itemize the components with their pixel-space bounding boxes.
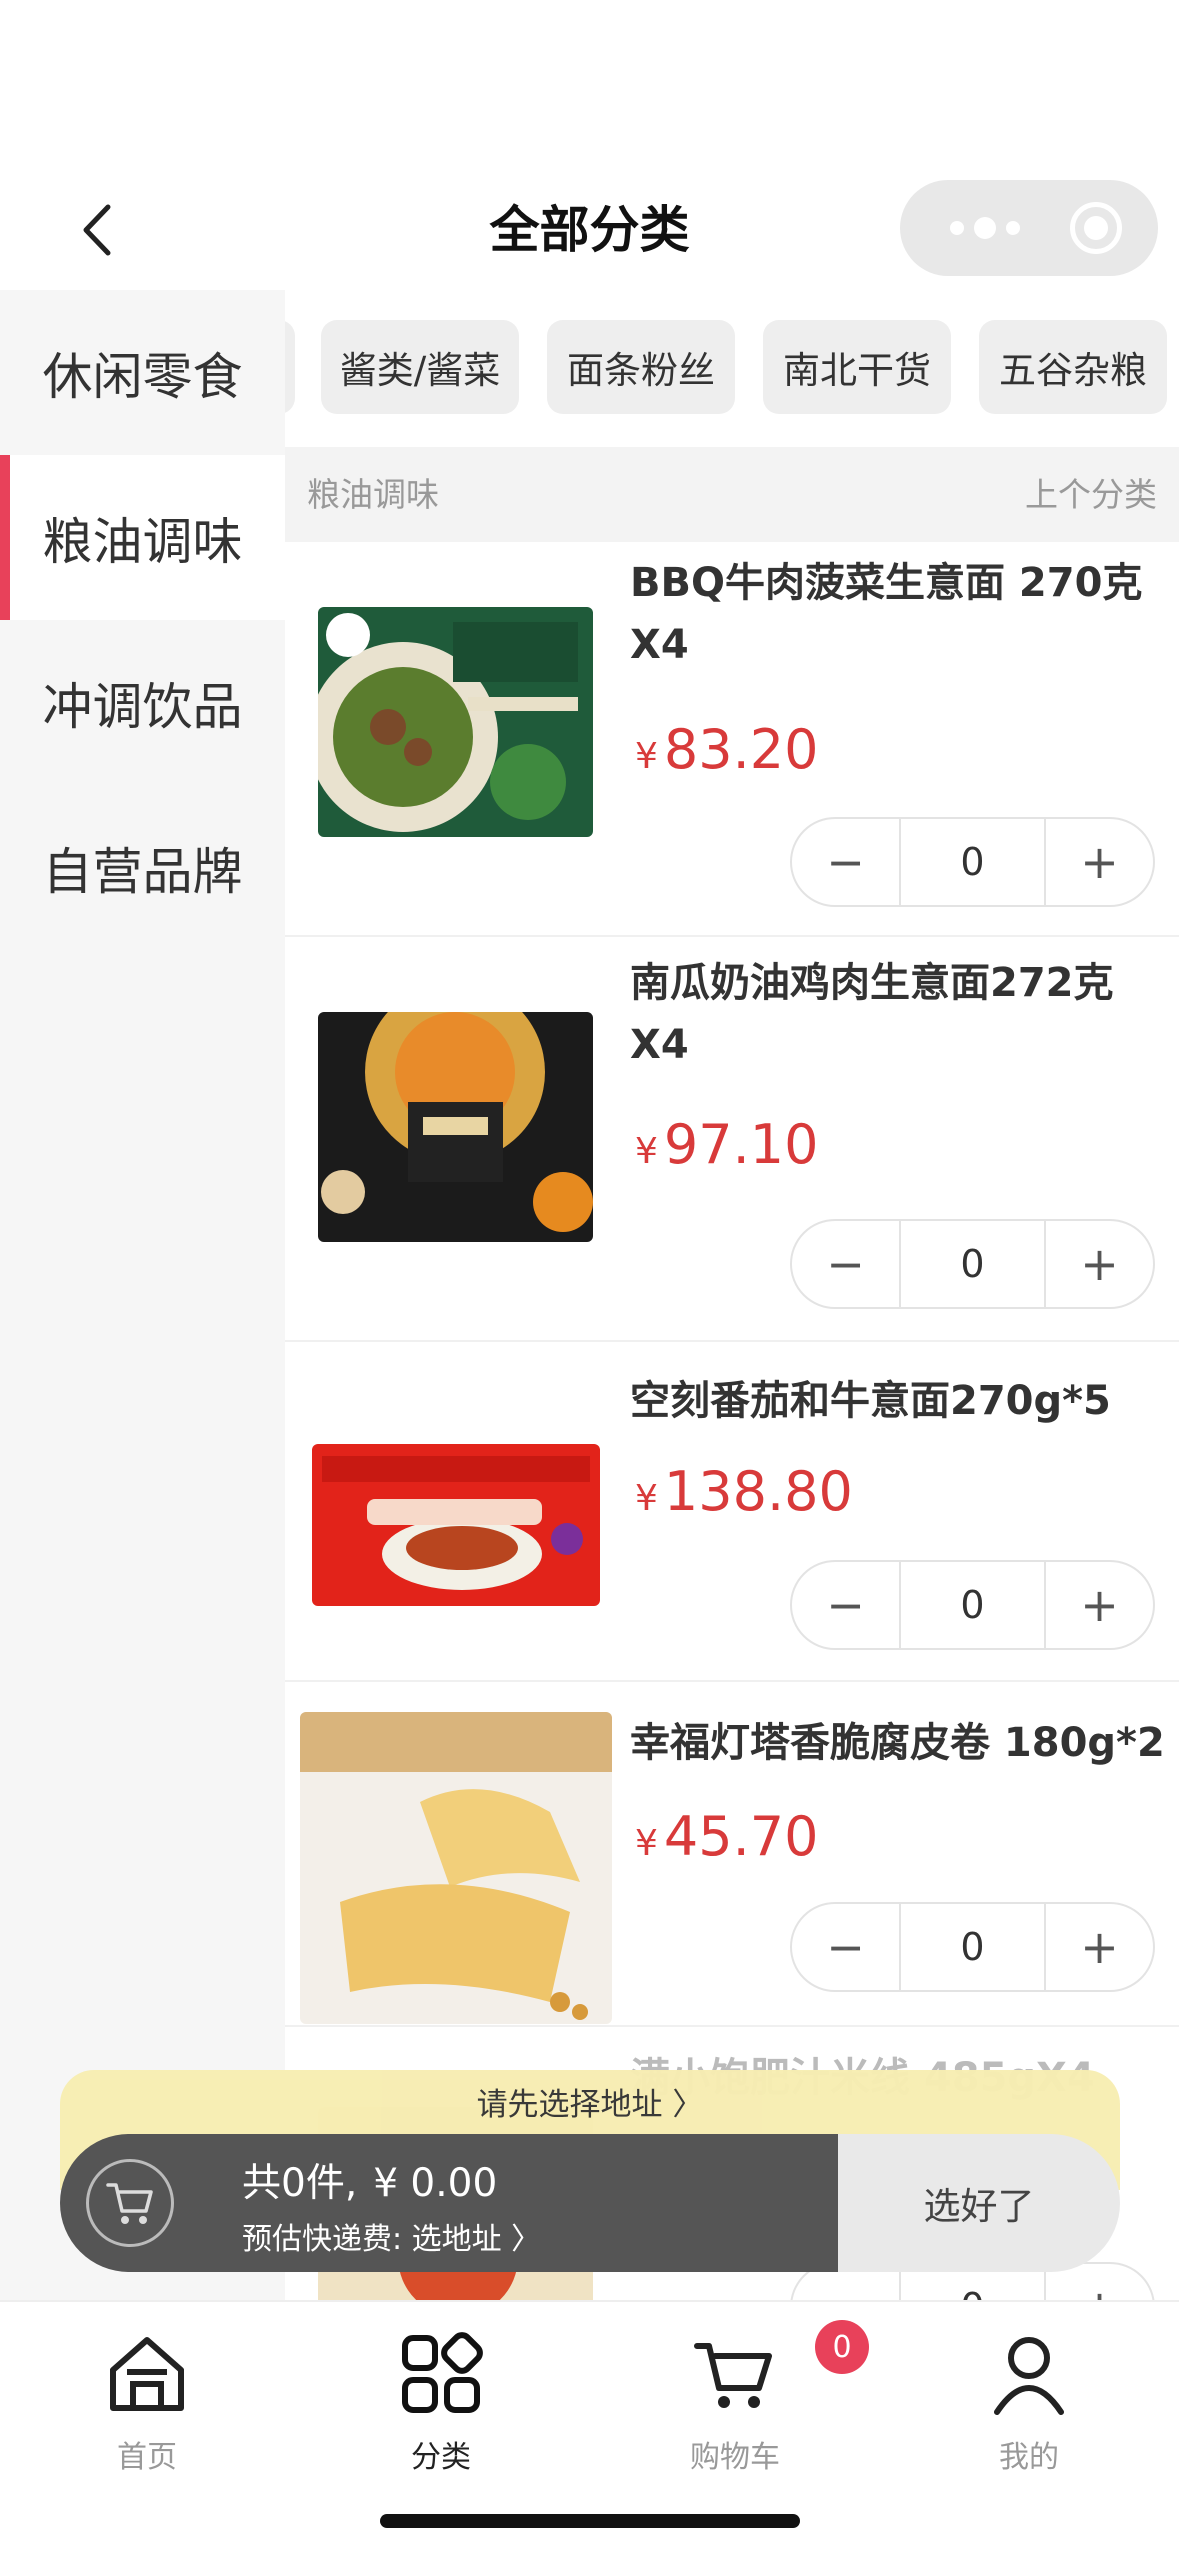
quantity-stepper[interactable]: − 0 +	[790, 817, 1155, 907]
quantity-stepper[interactable]: − 0 +	[790, 1560, 1155, 1650]
home-indicator[interactable]	[380, 2514, 800, 2528]
header: 全部分类	[0, 0, 1179, 290]
cart-total: 共0件, ¥ 0.00	[242, 2152, 513, 2208]
chip-dried-goods[interactable]: 南北干货	[763, 320, 951, 414]
product-price: ¥138.80	[635, 1457, 853, 1534]
more-dot-icon	[950, 221, 964, 235]
quantity-value[interactable]: 0	[899, 1562, 1046, 1648]
shipping-fee[interactable]: 预估快递费: 选地址 〉	[242, 2214, 541, 2258]
checkout-button[interactable]: 选好了	[838, 2134, 1120, 2272]
tab-category[interactable]: 分类	[341, 2322, 541, 2475]
tofu-skin-rolls-image	[300, 1712, 612, 2024]
minus-button[interactable]: −	[792, 1562, 899, 1648]
product-image[interactable]	[312, 1444, 600, 1606]
section-header: 粮油调味 上个分类	[285, 447, 1179, 542]
tab-label: 我的	[999, 2440, 1059, 2475]
price-value: 83.20	[663, 718, 819, 781]
cart-icon	[106, 2183, 153, 2224]
tab-label: 购物车	[690, 2440, 780, 2475]
previous-category-link[interactable]: 上个分类	[1025, 447, 1157, 542]
product-price: ¥83.20	[635, 715, 819, 792]
more-button[interactable]	[950, 208, 1040, 248]
cart-summary[interactable]: 共0件, ¥ 0.00 预估快递费: 选地址 〉	[60, 2134, 838, 2272]
tab-label: 分类	[411, 2440, 471, 2475]
product-name: BBQ牛肉菠菜生意面 270克X4	[630, 560, 1143, 668]
sidebar-item-snacks[interactable]: 休闲零食	[0, 290, 285, 455]
product-image[interactable]	[300, 1712, 612, 2024]
currency-symbol: ¥	[635, 1823, 658, 1864]
chip-sauce[interactable]: 酱类/酱菜	[321, 320, 519, 414]
minus-button[interactable]: −	[792, 1904, 899, 1990]
product-item[interactable]: 空刻番茄和牛意面270g*5 ¥138.80 − 0 +	[285, 1342, 1179, 1682]
currency-symbol: ¥	[635, 1478, 658, 1519]
profile-icon	[994, 2337, 1064, 2415]
section-title: 粮油调味	[307, 475, 439, 514]
chip-noodles[interactable]: 面条粉丝	[547, 320, 735, 414]
cart-count-badge: 0	[815, 2320, 869, 2374]
subcategory-chips: 酱类/酱菜 面条粉丝 南北干货 五谷杂粮	[285, 310, 1179, 420]
price-value: 97.10	[663, 1113, 819, 1176]
product-image[interactable]	[318, 1012, 593, 1242]
product-item[interactable]: 南瓜奶油鸡肉生意面272克X4 ¥97.10 − 0 +	[285, 937, 1179, 1342]
home-icon	[110, 2337, 184, 2411]
chip-grains[interactable]: 五谷杂粮	[979, 320, 1167, 414]
cart-count: 共0件,	[242, 2161, 358, 2206]
tab-label: 首页	[117, 2440, 177, 2475]
product-name: 空刻番茄和牛意面270g*5	[630, 1378, 1111, 1424]
product-image[interactable]	[318, 607, 593, 837]
category-sidebar: 休闲零食 粮油调味 冲调饮品 自营品牌	[0, 290, 285, 2300]
price-value: 138.80	[663, 1460, 853, 1523]
product-item[interactable]: 幸福灯塔香脆腐皮卷 180g*2 ¥45.70 − 0 +	[285, 1682, 1179, 2027]
cart-bar: 共0件, ¥ 0.00 预估快递费: 选地址 〉 选好了	[60, 2134, 1120, 2272]
minus-button[interactable]: −	[792, 819, 899, 905]
airmeter-spaghetti-box-image	[312, 1444, 600, 1606]
cart-icon	[694, 2343, 772, 2408]
miniprogram-capsule	[900, 180, 1158, 276]
product-name: 幸福灯塔香脆腐皮卷 180g*2	[630, 1720, 1165, 1766]
minus-button[interactable]: −	[792, 1221, 899, 1307]
chip-partial[interactable]	[285, 320, 295, 414]
quantity-value[interactable]: 0	[899, 819, 1046, 905]
green-pasta-box-image	[318, 607, 593, 837]
product-price: ¥45.70	[635, 1802, 819, 1879]
quantity-stepper[interactable]: − 0 +	[790, 1219, 1155, 1309]
currency-symbol: ¥	[635, 1131, 658, 1172]
plus-button[interactable]: +	[1046, 1562, 1153, 1648]
sidebar-item-own-brand[interactable]: 自营品牌	[0, 785, 285, 950]
product-price: ¥97.10	[635, 1110, 819, 1187]
more-dot-icon	[1006, 221, 1020, 235]
more-dot-icon	[974, 217, 996, 239]
category-icon	[402, 2332, 483, 2413]
currency-symbol: ¥	[635, 736, 658, 777]
quantity-value[interactable]: 0	[899, 1904, 1046, 1990]
product-name: 南瓜奶油鸡肉生意面272克X4	[630, 960, 1114, 1068]
tab-cart[interactable]: 购物车	[635, 2322, 835, 2475]
product-item[interactable]: BBQ牛肉菠菜生意面 270克X4 ¥83.20 − 0 +	[285, 542, 1179, 937]
cart-button[interactable]	[86, 2159, 174, 2247]
plus-button[interactable]: +	[1046, 1221, 1153, 1307]
cart-amount: ¥ 0.00	[373, 2161, 498, 2206]
price-value: 45.70	[663, 1805, 819, 1868]
quantity-stepper[interactable]: − 0 +	[790, 1902, 1155, 1992]
sidebar-item-drinks[interactable]: 冲调饮品	[0, 620, 285, 785]
tab-profile[interactable]: 我的	[929, 2322, 1129, 2475]
plus-button[interactable]: +	[1046, 1904, 1153, 1990]
pumpkin-pasta-box-image	[318, 1012, 593, 1242]
close-miniprogram-icon[interactable]	[1070, 202, 1122, 254]
tab-home[interactable]: 首页	[47, 2322, 247, 2475]
sidebar-item-grain-oil[interactable]: 粮油调味	[0, 455, 285, 620]
plus-button[interactable]: +	[1046, 819, 1153, 905]
quantity-value[interactable]: 0	[899, 1221, 1046, 1307]
